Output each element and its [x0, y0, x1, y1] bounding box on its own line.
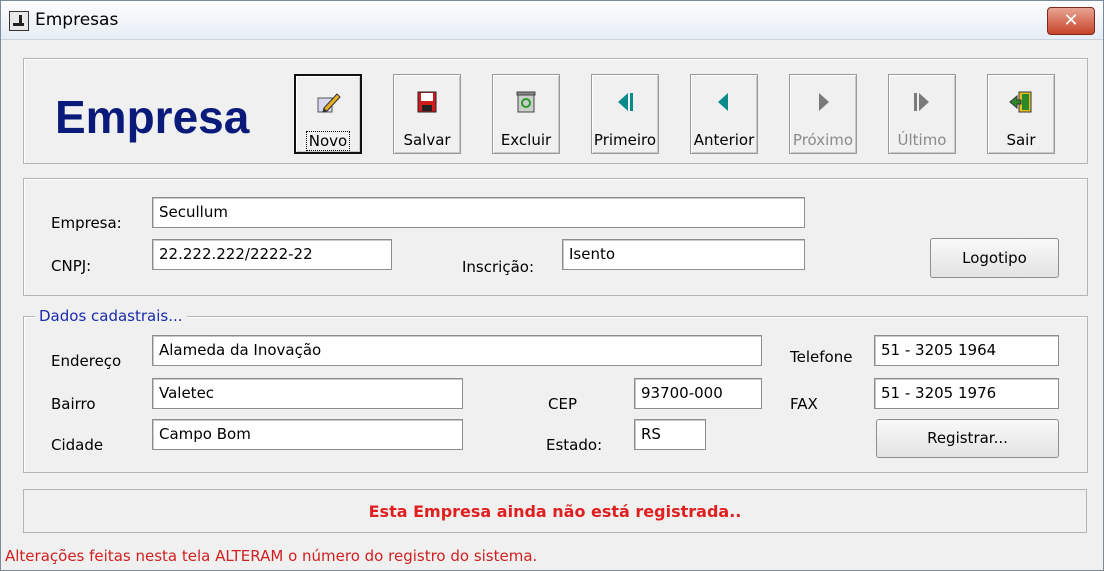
proximo-button[interactable]: Próximo — [789, 74, 857, 154]
close-button[interactable]: ✕ — [1047, 7, 1095, 35]
telefone-label: Telefone — [790, 348, 853, 366]
novo-label: Novo — [305, 131, 351, 151]
logotipo-button[interactable]: Logotipo — [930, 238, 1059, 278]
cep-label: CEP — [548, 395, 577, 413]
fax-label: FAX — [790, 395, 818, 413]
bairro-label: Bairro — [51, 395, 96, 413]
dados-cadastrais-legend: Dados cadastrais... — [35, 307, 187, 325]
window-title: Empresas — [35, 10, 119, 30]
estado-label: Estado: — [546, 436, 603, 454]
sair-label: Sair — [1006, 131, 1036, 149]
endereco-label: Endereço — [51, 352, 122, 370]
fax-field[interactable]: 51 - 3205 1976 — [874, 378, 1059, 409]
cnpj-field[interactable]: 22.222.222/2222-22 — [152, 239, 392, 270]
registrar-button[interactable]: Registrar... — [876, 419, 1059, 458]
proximo-label: Próximo — [792, 131, 854, 149]
edit-pencil-icon — [317, 93, 341, 113]
cnpj-label: CNPJ: — [51, 257, 92, 275]
anterior-button[interactable]: Anterior — [690, 74, 758, 154]
sair-button[interactable]: Sair — [987, 74, 1055, 154]
empresa-field[interactable]: Secullum — [152, 197, 805, 228]
registration-status-panel: Esta Empresa ainda não está registrada.. — [23, 489, 1087, 533]
app-icon — [9, 11, 29, 31]
exit-door-icon — [1009, 91, 1032, 113]
excluir-button[interactable]: Excluir — [492, 74, 560, 154]
previous-record-icon — [718, 93, 728, 111]
cidade-label: Cidade — [51, 436, 104, 454]
company-panel — [23, 178, 1088, 296]
page-title: Empresa — [55, 91, 250, 143]
empresas-window: Empresas ✕ Empresa Novo Salvar Excluir P… — [0, 0, 1104, 571]
anterior-label: Anterior — [693, 131, 755, 149]
first-record-icon — [618, 93, 633, 111]
novo-button[interactable]: Novo — [294, 74, 362, 154]
registration-status-message: Esta Empresa ainda não está registrada.. — [368, 502, 742, 521]
last-record-icon — [914, 93, 929, 111]
inscricao-label: Inscrição: — [462, 258, 534, 276]
cep-field[interactable]: 93700-000 — [634, 378, 762, 409]
telefone-field[interactable]: 51 - 3205 1964 — [874, 335, 1059, 366]
footer-warning: Alterações feitas nesta tela ALTERAM o n… — [5, 547, 538, 565]
salvar-label: Salvar — [403, 131, 451, 149]
primeiro-label: Primeiro — [593, 131, 657, 149]
ultimo-button[interactable]: Último — [888, 74, 956, 154]
ultimo-label: Último — [897, 131, 947, 149]
estado-field[interactable]: RS — [634, 419, 706, 450]
floppy-disk-icon — [417, 91, 437, 113]
empresa-label: Empresa: — [51, 214, 122, 232]
title-bar[interactable]: Empresas ✕ — [1, 1, 1103, 40]
salvar-button[interactable]: Salvar — [393, 74, 461, 154]
excluir-label: Excluir — [500, 131, 552, 149]
recycle-bin-icon — [516, 91, 536, 113]
inscricao-field[interactable]: Isento — [562, 239, 805, 270]
cidade-field[interactable]: Campo Bom — [152, 419, 463, 450]
next-record-icon — [819, 93, 829, 111]
endereco-field[interactable]: Alameda da Inovação — [152, 335, 762, 366]
bairro-field[interactable]: Valetec — [152, 378, 463, 409]
primeiro-button[interactable]: Primeiro — [591, 74, 659, 154]
